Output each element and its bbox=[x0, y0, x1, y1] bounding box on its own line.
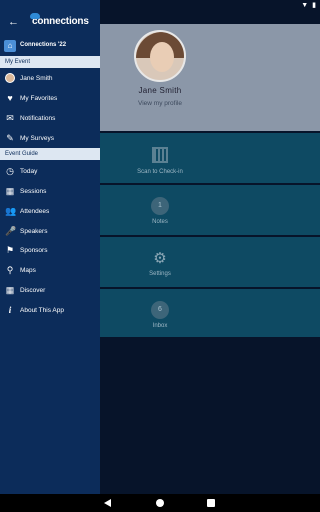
inbox-count-badge: 6 bbox=[151, 301, 169, 319]
gear-icon: ⚙ bbox=[153, 250, 167, 267]
recent-apps-icon[interactable] bbox=[207, 499, 215, 507]
home-circle-icon[interactable] bbox=[156, 499, 164, 507]
calendar-icon: ▦ bbox=[5, 186, 15, 196]
people-icon: 👥 bbox=[5, 206, 17, 216]
back-arrow-icon[interactable]: ← bbox=[8, 16, 19, 28]
grid-icon: ▦ bbox=[5, 285, 15, 295]
tile-label: Settings bbox=[149, 271, 171, 277]
scan-checkin-tile[interactable]: Scan to Check-in bbox=[100, 131, 320, 183]
speaker-icon: 🎤 bbox=[5, 226, 17, 236]
nav-item-today[interactable]: ◷ Today bbox=[0, 162, 100, 180]
home-content: Jane Smith View my profile Scan to Check… bbox=[100, 0, 320, 494]
notes-tile[interactable]: 1 Notes bbox=[100, 183, 320, 235]
clock-icon: ◷ bbox=[6, 166, 14, 176]
heart-icon: ♥ bbox=[7, 93, 13, 103]
nav-label: Attendees bbox=[20, 207, 50, 215]
nav-item-sponsors[interactable]: ⚑ Sponsors bbox=[0, 241, 100, 259]
navigation-drawer: ← connections ⌂ Connections '22 My Event… bbox=[0, 0, 100, 494]
nav-item-profile[interactable]: Jane Smith bbox=[0, 69, 100, 87]
tile-label: Notes bbox=[152, 219, 168, 225]
nav-item-favorites[interactable]: ♥ My Favorites bbox=[0, 89, 100, 107]
map-pin-icon: ⚲ bbox=[6, 265, 14, 275]
nav-label: Maps bbox=[20, 266, 36, 274]
back-triangle-icon[interactable] bbox=[104, 499, 111, 507]
view-profile-link[interactable]: View my profile bbox=[100, 100, 220, 107]
nav-label: My Surveys bbox=[20, 134, 54, 142]
tile-label: Inbox bbox=[152, 323, 168, 329]
section-event-guide: Event Guide bbox=[0, 148, 100, 160]
nav-label: Today bbox=[20, 167, 38, 175]
settings-tile[interactable]: ⚙ Settings bbox=[100, 235, 320, 287]
nav-item-maps[interactable]: ⚲ Maps bbox=[0, 261, 100, 279]
nav-label: Discover bbox=[20, 286, 46, 294]
battery-icon: ▮ bbox=[312, 2, 316, 9]
nav-item-discover[interactable]: ▦ Discover bbox=[0, 281, 100, 299]
nav-label: About This App bbox=[20, 306, 64, 314]
profile-header: Jane Smith View my profile bbox=[100, 24, 320, 131]
status-bar: ▼ ▮ bbox=[0, 0, 320, 12]
qr-code-icon bbox=[152, 147, 168, 163]
wifi-icon: ▼ bbox=[301, 2, 309, 9]
nav-item-notifications[interactable]: ✉ Notifications bbox=[0, 109, 100, 127]
nav-label: Notifications bbox=[20, 114, 56, 122]
profile-name: Jane Smith bbox=[138, 86, 182, 95]
app-logo: connections bbox=[30, 13, 89, 27]
nav-label: Sponsors bbox=[20, 246, 48, 254]
nav-label: Sessions bbox=[20, 187, 47, 195]
notes-count-badge: 1 bbox=[151, 197, 169, 215]
event-name: Connections '22 bbox=[20, 42, 67, 48]
user-avatar-icon bbox=[5, 73, 15, 83]
system-navigation-bar bbox=[0, 494, 320, 512]
nav-item-surveys[interactable]: ✎ My Surveys bbox=[0, 129, 100, 147]
nav-label: Speakers bbox=[20, 227, 48, 235]
nav-item-speakers[interactable]: 🎤 Speakers bbox=[0, 222, 100, 240]
nav-item-attendees[interactable]: 👥 Attendees bbox=[0, 202, 100, 220]
section-my-event: My Event bbox=[0, 56, 100, 68]
tile-label: Scan to Check-in bbox=[137, 169, 183, 175]
drawer-header: ← connections bbox=[0, 12, 100, 36]
info-icon: i bbox=[8, 305, 12, 315]
home-icon: ⌂ bbox=[4, 40, 16, 52]
flag-icon: ⚑ bbox=[5, 245, 15, 255]
profile-avatar[interactable] bbox=[134, 30, 186, 82]
nav-label: My Favorites bbox=[20, 94, 58, 102]
nav-label: Jane Smith bbox=[20, 74, 53, 82]
nav-item-about[interactable]: i About This App bbox=[0, 301, 100, 319]
cloud-icon bbox=[30, 13, 40, 19]
envelope-icon: ✉ bbox=[6, 113, 14, 123]
event-selector[interactable]: ⌂ Connections '22 bbox=[0, 38, 100, 54]
nav-item-sessions[interactable]: ▦ Sessions bbox=[0, 182, 100, 200]
pencil-icon: ✎ bbox=[6, 133, 14, 143]
inbox-tile[interactable]: 6 Inbox bbox=[100, 287, 320, 337]
